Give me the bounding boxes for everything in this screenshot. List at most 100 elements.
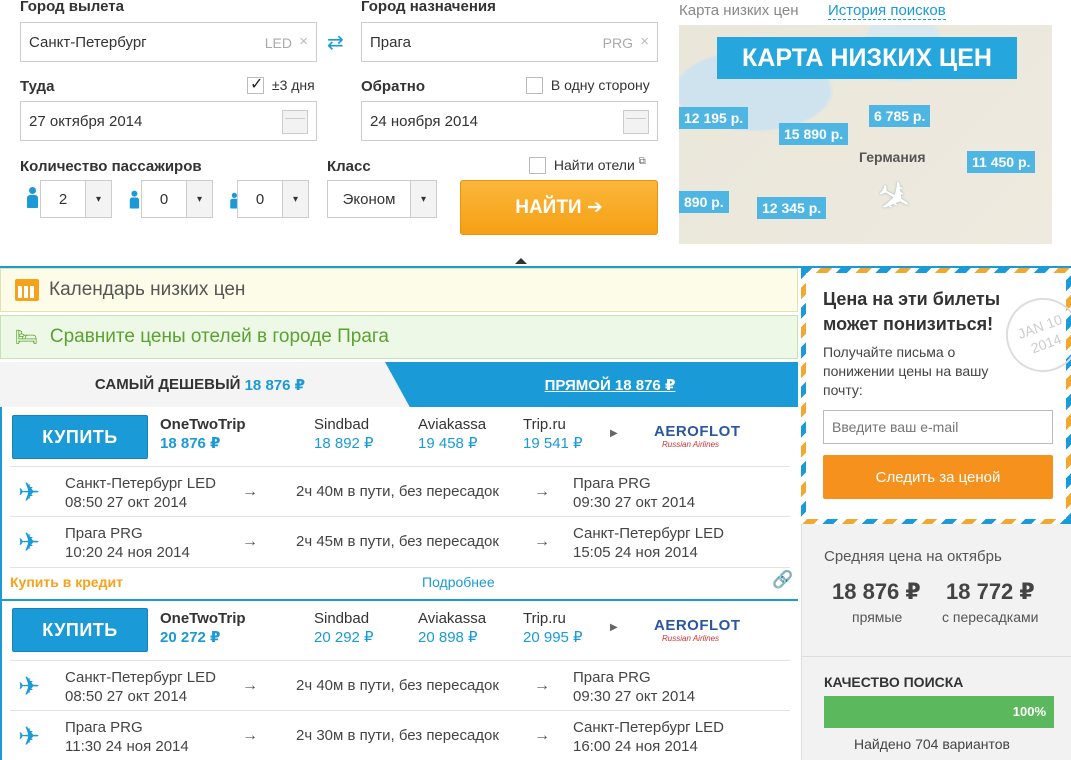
history-tab[interactable]: История поисков xyxy=(828,2,946,20)
map-price[interactable]: 15 890 р. xyxy=(779,123,849,145)
map-tab[interactable]: Карта низких цен xyxy=(679,2,799,19)
price-map[interactable]: КАРТА НИЗКИХ ЦЕН 12 195 р. 15 890 р. 6 7… xyxy=(679,25,1052,244)
results-tabs: САМЫЙ ДЕШЕВЫЙ 18 876 ₽ ПРЯМОЙ 18 876 ₽ xyxy=(0,362,798,407)
flight-segment: ✈ Санкт-Петербург LED 08:50 27 окт 2014 →… xyxy=(10,466,790,516)
found-count: Найдено 704 вариантов xyxy=(854,736,1010,752)
chevron-down-icon[interactable]: ▾ xyxy=(410,181,436,217)
agent-name: Trip.ru xyxy=(523,416,566,433)
map-price[interactable]: 11 450 р. xyxy=(967,151,1036,173)
class-select[interactable]: Эконом ▾ xyxy=(327,180,437,218)
collapse-caret-icon[interactable] xyxy=(515,258,527,264)
details-link[interactable]: Подробнее xyxy=(422,574,495,590)
return-date-field[interactable]: 24 ноября 2014 xyxy=(361,101,658,141)
tab-direct[interactable]: ПРЯМОЙ 18 876 ₽ xyxy=(440,362,780,407)
oneway-checkbox[interactable]: В одну сторону xyxy=(526,76,650,94)
airplane-icon: ✈ xyxy=(18,477,40,507)
agent-price: 20 898 ₽ xyxy=(418,629,478,646)
from-value: Санкт-Петербург xyxy=(29,33,147,51)
depart-date-field[interactable]: 27 октября 2014 xyxy=(20,101,317,141)
agent-name: OneTwoTrip xyxy=(160,416,246,433)
to-field[interactable]: Прага PRG × xyxy=(361,22,658,62)
map-price[interactable]: 12 345 р. xyxy=(757,197,827,219)
agent-offer[interactable]: Trip.ru 20 995 ₽ xyxy=(523,610,583,646)
quality-percent: 100% xyxy=(1012,704,1046,719)
clear-to-icon[interactable]: × xyxy=(640,33,649,50)
follow-price-button[interactable]: Следить за ценой xyxy=(823,455,1053,499)
divider xyxy=(802,656,1071,657)
bed-icon: 🛏 xyxy=(15,326,38,347)
hotels-checkbox[interactable]: Найти отели ⧉ xyxy=(529,156,646,174)
hotels-banner[interactable]: 🛏 Сравните цены отелей в городе Прага xyxy=(0,315,798,359)
arrow-icon: → xyxy=(534,483,550,500)
map-price[interactable]: 890 р. xyxy=(679,191,729,213)
buy-button[interactable]: КУПИТЬ xyxy=(12,608,148,652)
chevron-down-icon[interactable]: ▾ xyxy=(282,181,308,217)
flex-dates-checkbox[interactable]: ✓ ±3 дня xyxy=(247,76,315,94)
oneway-check-icon[interactable] xyxy=(526,76,543,94)
segment-duration: 2ч 40м в пути, без пересадок xyxy=(296,677,499,694)
agent-offer[interactable]: OneTwoTrip 20 272 ₽ xyxy=(160,610,246,646)
hotels-banner-text: Сравните цены отелей в городе Прага xyxy=(49,326,390,347)
flex-label: ±3 дня xyxy=(271,77,315,94)
more-agents-icon[interactable]: ▶ xyxy=(610,428,618,439)
flight-segment: ✈ Прага PRG 11:30 24 ноя 2014 → 2ч 30м в … xyxy=(10,710,790,760)
return-label: Обратно xyxy=(361,78,426,95)
adult-icon xyxy=(25,187,39,209)
airline-name: AEROFLOT xyxy=(654,617,741,634)
calendar-banner[interactable]: Календарь низких цен xyxy=(0,268,798,312)
agent-offer[interactable]: Aviakassa 20 898 ₽ xyxy=(418,610,486,646)
airplane-icon: ✈ xyxy=(18,671,40,701)
infants-value: 0 xyxy=(255,190,265,208)
flex-check-icon[interactable]: ✓ xyxy=(247,76,264,94)
arrow-icon: → xyxy=(534,727,550,744)
child-icon xyxy=(128,190,140,210)
airline-sub: Russian Airlines xyxy=(662,634,720,643)
map-title: КАРТА НИЗКИХ ЦЕН xyxy=(717,37,1017,79)
depart-label: Туда xyxy=(20,78,55,95)
class-value: Эконом xyxy=(342,190,396,208)
chevron-down-icon[interactable]: ▾ xyxy=(186,181,212,217)
segment-from-city: Санкт-Петербург LED xyxy=(65,669,216,686)
agent-name: Aviakassa xyxy=(418,610,487,627)
segment-to-time: 15:05 24 ноя 2014 xyxy=(573,544,698,561)
map-price[interactable]: 12 195 р. xyxy=(679,107,749,129)
segment-to-city: Санкт-Петербург LED xyxy=(573,719,724,736)
segment-from-city: Санкт-Петербург LED xyxy=(65,475,216,492)
tab-cheapest[interactable]: САМЫЙ ДЕШЕВЫЙ 18 876 ₽ xyxy=(0,362,400,407)
children-select[interactable]: 0 ▾ xyxy=(141,180,213,218)
agent-offer[interactable]: Aviakassa 19 458 ₽ xyxy=(418,416,486,452)
agent-offer[interactable]: Trip.ru 19 541 ₽ xyxy=(523,416,583,452)
calendar-icon[interactable] xyxy=(282,110,308,134)
hotels-check-icon[interactable] xyxy=(529,156,546,174)
agent-price: 19 458 ₽ xyxy=(418,435,478,452)
calendar-icon[interactable] xyxy=(623,110,649,134)
more-agents-icon[interactable]: ▶ xyxy=(610,622,618,633)
arrow-icon: → xyxy=(534,677,550,694)
direct-price: 18 876 ₽ xyxy=(832,579,921,604)
agent-offer[interactable]: Sindbad 20 292 ₽ xyxy=(314,610,374,646)
chevron-down-icon[interactable]: ▾ xyxy=(85,181,111,217)
airline-name: AEROFLOT xyxy=(654,423,741,440)
buy-button[interactable]: КУПИТЬ xyxy=(12,415,148,459)
find-button[interactable]: НАЙТИ ➔ xyxy=(460,180,658,235)
agent-offer[interactable]: OneTwoTrip 18 876 ₽ xyxy=(160,416,246,452)
agent-price: 20 292 ₽ xyxy=(314,629,374,646)
link-icon[interactable]: 🔗 xyxy=(772,570,793,590)
adults-select[interactable]: 2 ▾ xyxy=(40,180,112,218)
from-field[interactable]: Санкт-Петербург LED × xyxy=(20,22,317,62)
swap-icon[interactable]: ⇄ xyxy=(327,30,344,55)
external-link-icon: ⧉ xyxy=(638,156,646,167)
adults-value: 2 xyxy=(58,190,68,208)
map-price[interactable]: 6 785 р. xyxy=(869,105,931,127)
result-card: КУПИТЬ OneTwoTrip 18 876 ₽ Sindbad 18 892 … xyxy=(0,407,798,600)
segment-to-time: 16:00 24 ноя 2014 xyxy=(573,738,698,755)
agent-name: OneTwoTrip xyxy=(160,610,246,627)
credit-link[interactable]: Купить в кредит xyxy=(10,574,123,590)
from-label: Город вылета xyxy=(20,0,124,15)
direct-label: прямые xyxy=(852,609,903,625)
result-card: КУПИТЬ OneTwoTrip 20 272 ₽ Sindbad 20 292 … xyxy=(0,601,798,760)
infants-select[interactable]: 0 ▾ xyxy=(237,180,309,218)
agent-offer[interactable]: Sindbad 18 892 ₽ xyxy=(314,416,374,452)
clear-from-icon[interactable]: × xyxy=(299,33,308,50)
email-input[interactable] xyxy=(823,410,1053,444)
